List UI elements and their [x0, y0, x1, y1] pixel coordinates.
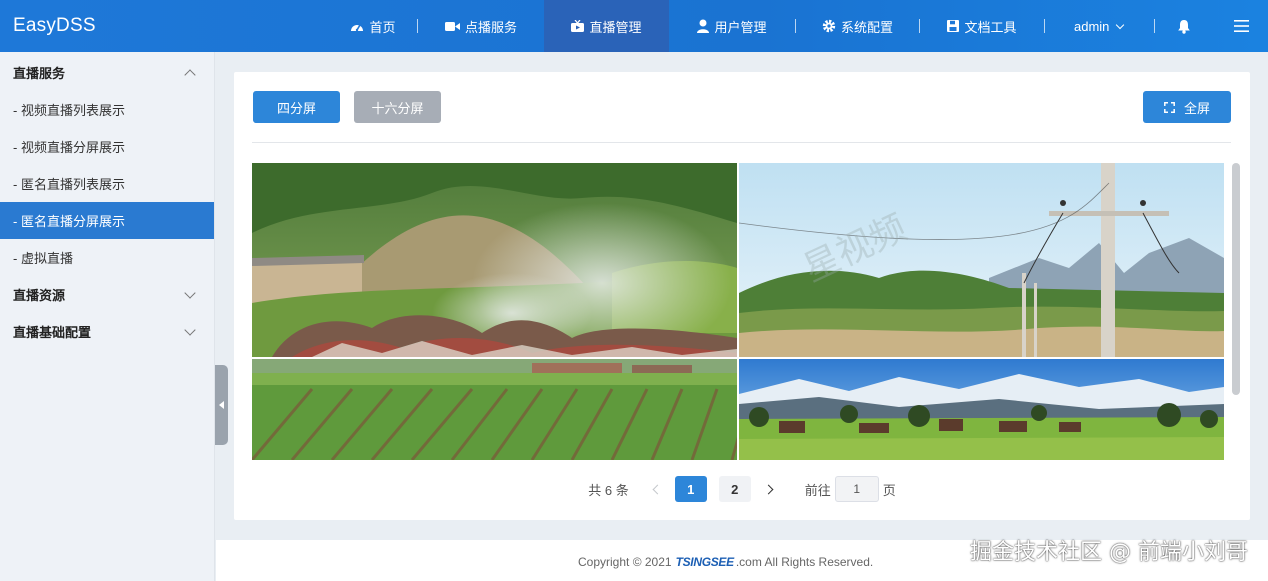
main-nav: 首页 点播服务 直播管理 用户管理 系统配置 文档工具: [329, 0, 1045, 52]
video-grid: 星视频: [252, 163, 1224, 460]
video-tile-3[interactable]: [252, 359, 737, 460]
video-tile-1[interactable]: [252, 163, 737, 357]
copyright: Copyright © 2021 TSINGSEE .com All Right…: [578, 555, 874, 569]
page-button-2[interactable]: 2: [718, 476, 751, 502]
fullscreen-button[interactable]: 全屏: [1143, 91, 1231, 123]
video-tile-2[interactable]: 星视频: [739, 163, 1224, 357]
user-icon: [697, 19, 710, 33]
sidebar-item-virtual-live[interactable]: - 虚拟直播: [0, 239, 214, 276]
nav-item-live[interactable]: 直播管理: [544, 0, 669, 52]
save-icon: [947, 20, 960, 32]
nav-item-home[interactable]: 首页: [329, 0, 417, 52]
prev-page-button[interactable]: [643, 476, 669, 502]
video-frame-landfill-hills: [252, 163, 737, 357]
gear-icon: [822, 19, 836, 33]
video-frame-power-pole: 星视频: [739, 163, 1224, 357]
chevron-up-icon: [184, 68, 196, 81]
grid-scrollbar[interactable]: [1232, 163, 1240, 395]
chevron-right-icon: [763, 484, 774, 494]
nav-separator: [1154, 0, 1155, 52]
fullscreen-icon: [1164, 101, 1175, 113]
caret-left-icon: [219, 401, 224, 409]
user-menu[interactable]: admin: [1074, 0, 1125, 52]
nav-item-docs[interactable]: 文档工具: [920, 0, 1044, 52]
hamburger-menu-icon[interactable]: [1234, 0, 1249, 52]
video-camera-icon: [444, 21, 460, 32]
sidebar-group-live-resources[interactable]: 直播资源: [0, 276, 214, 313]
user-name: admin: [1074, 18, 1110, 34]
chevron-down-icon: [1116, 20, 1125, 29]
video-frame-alpine-village: [739, 359, 1224, 460]
video-frame-crop-field: [252, 359, 737, 460]
split-screen-panel: 四分屏 十六分屏 全屏 星视频 共 6 条 1 2 前往 1 页: [234, 72, 1250, 520]
tsingsee-logo[interactable]: TSINGSEE: [676, 555, 735, 569]
four-split-button[interactable]: 四分屏: [253, 91, 340, 123]
overlay-watermark: 掘金技术社区 @ 前端小刘哥: [970, 540, 1248, 565]
chevron-down-icon: [184, 323, 196, 336]
dashboard-icon: [350, 20, 364, 32]
sixteen-split-button[interactable]: 十六分屏: [354, 91, 441, 123]
total-count: 共 6 条: [588, 482, 629, 498]
video-tile-4[interactable]: [739, 359, 1224, 460]
live-tv-icon: [571, 20, 585, 32]
page-button-1[interactable]: 1: [674, 476, 707, 502]
toolbar-divider: [252, 142, 1231, 143]
brand-logo[interactable]: EasyDSS: [13, 0, 96, 52]
nav-item-users[interactable]: 用户管理: [669, 0, 795, 52]
nav-separator: [1044, 19, 1045, 33]
sidebar-item-anon-live-split[interactable]: - 匿名直播分屏展示: [0, 202, 214, 239]
sidebar-item-video-live-list[interactable]: - 视频直播列表展示: [0, 91, 214, 128]
notification-bell-icon[interactable]: [1177, 0, 1191, 52]
chevron-down-icon: [184, 286, 196, 299]
nav-item-system[interactable]: 系统配置: [796, 0, 919, 52]
sidebar-item-anon-live-list[interactable]: - 匿名直播列表展示: [0, 165, 214, 202]
goto-page-input[interactable]: [834, 476, 879, 502]
nav-item-vod[interactable]: 点播服务: [418, 0, 544, 52]
goto-page: 前往 页: [805, 476, 896, 502]
sidebar-item-video-live-split[interactable]: - 视频直播分屏展示: [0, 128, 214, 165]
sidebar-group-live-base-config[interactable]: 直播基础配置: [0, 313, 214, 350]
top-navbar: EasyDSS 首页 点播服务 直播管理 用户管理 系统配置 文档工具 admi…: [0, 0, 1268, 52]
next-page-button[interactable]: [757, 476, 783, 502]
sidebar: 直播服务 - 视频直播列表展示 - 视频直播分屏展示 - 匿名直播列表展示 - …: [0, 52, 215, 581]
chevron-left-icon: [652, 484, 663, 494]
pagination: 共 6 条 1 2 前往 页: [234, 476, 1250, 502]
sidebar-group-live-service[interactable]: 直播服务: [0, 54, 214, 91]
sidebar-collapse-handle[interactable]: [215, 365, 228, 445]
